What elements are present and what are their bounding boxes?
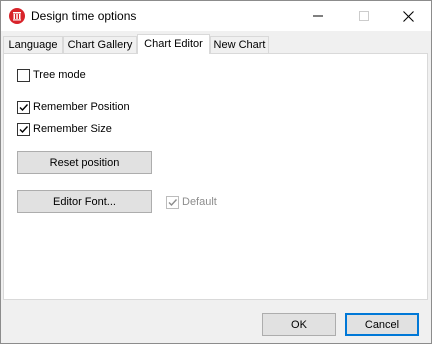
remember-position-label: Remember Position: [33, 101, 130, 113]
remember-position-checkbox[interactable]: [17, 100, 30, 114]
editor-font-button[interactable]: Editor Font...: [17, 190, 152, 213]
reset-position-button[interactable]: Reset position: [17, 151, 152, 174]
chart-editor-panel: Tree mode Remember Position Remember Siz…: [3, 53, 428, 300]
teechart-app-icon: [9, 8, 25, 24]
tree-mode-option[interactable]: Tree mode: [17, 68, 86, 82]
checkmark-icon: [19, 103, 29, 111]
default-font-option: Default: [166, 195, 217, 209]
tree-mode-checkbox[interactable]: [17, 68, 30, 82]
tab-chart-editor[interactable]: Chart Editor: [137, 34, 210, 54]
close-icon: [402, 10, 414, 22]
close-button[interactable]: [385, 1, 431, 31]
dialog-window: Design time options Language Chart Galle…: [0, 0, 432, 344]
remember-size-label: Remember Size: [33, 123, 112, 135]
default-font-label: Default: [182, 196, 217, 208]
tree-mode-label: Tree mode: [33, 69, 86, 81]
maximize-button: [341, 1, 387, 31]
tab-chart-gallery[interactable]: Chart Gallery: [63, 36, 137, 53]
minimize-button[interactable]: [295, 1, 341, 31]
ok-button[interactable]: OK: [262, 313, 336, 336]
cancel-button[interactable]: Cancel: [345, 313, 419, 336]
tab-new-chart[interactable]: New Chart: [210, 36, 269, 53]
checkmark-icon: [19, 125, 29, 133]
default-font-checkbox: [166, 195, 179, 209]
title-bar[interactable]: Design time options: [1, 1, 431, 31]
window-title: Design time options: [31, 9, 137, 23]
remember-position-option[interactable]: Remember Position: [17, 100, 130, 114]
remember-size-option[interactable]: Remember Size: [17, 122, 112, 136]
minimize-icon: [313, 11, 323, 21]
maximize-icon: [359, 11, 369, 21]
tab-strip: Language Chart Gallery Chart Editor New …: [3, 34, 429, 54]
tab-language[interactable]: Language: [3, 36, 63, 53]
checkmark-icon: [168, 198, 178, 206]
remember-size-checkbox[interactable]: [17, 122, 30, 136]
